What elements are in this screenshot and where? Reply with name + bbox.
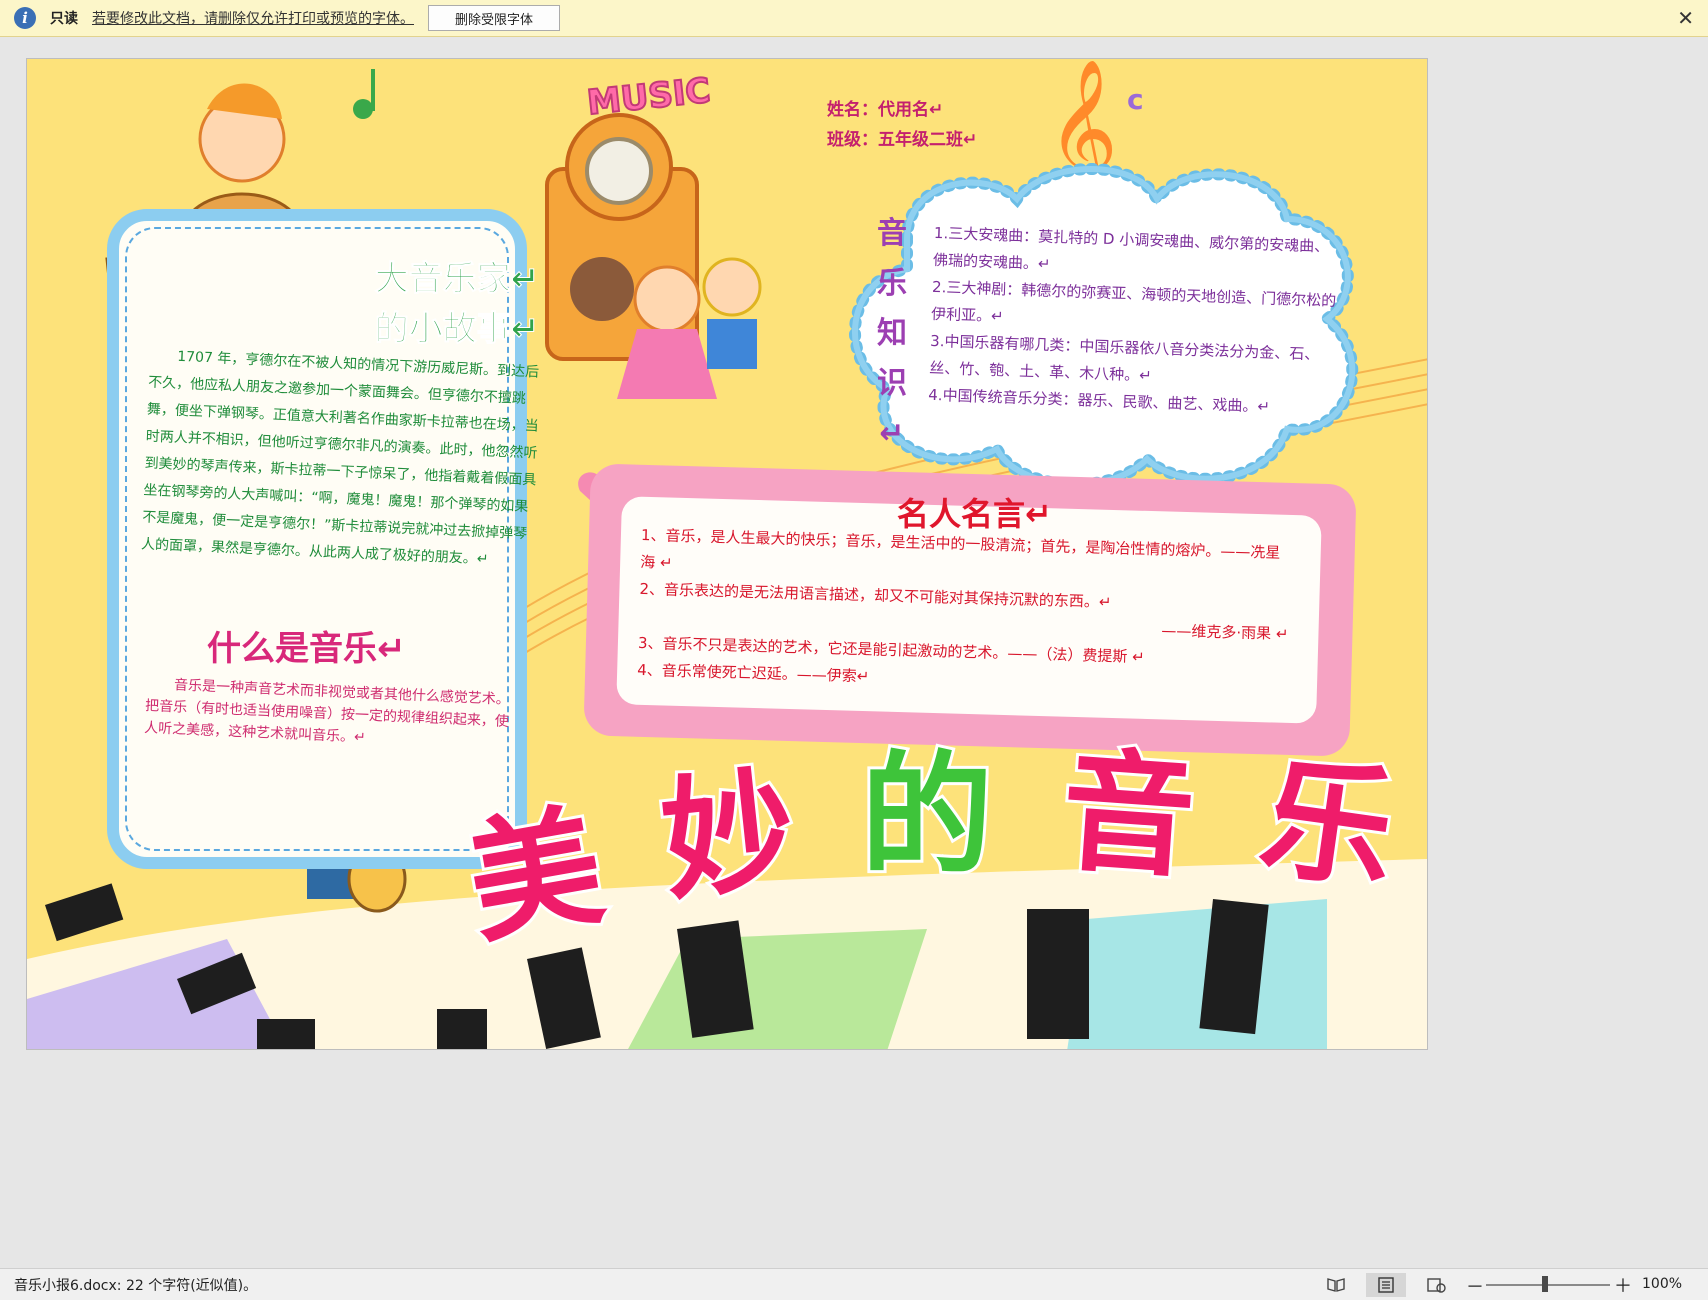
headline-title: 美 妙 的 音 乐: [454, 709, 1419, 966]
readonly-label: 只读: [50, 11, 78, 27]
zoom-level[interactable]: 100%: [1642, 1276, 1682, 1292]
headline-char: 音: [1054, 731, 1214, 901]
student-class[interactable]: 班级：五年级二班↵: [827, 125, 977, 155]
print-layout-icon[interactable]: [1366, 1273, 1406, 1297]
close-icon[interactable]: ✕: [1677, 6, 1694, 30]
story-paragraph[interactable]: 1707 年，亨德尔在不被人知的情况下游历威尼斯。到达后不久，他应私人朋友之邀参…: [140, 343, 541, 576]
read-mode-icon[interactable]: [1316, 1273, 1356, 1297]
zoom-slider[interactable]: [1486, 1284, 1610, 1286]
quotes-title: 名人名言↵: [897, 495, 1052, 533]
headline-char: 妙: [652, 749, 817, 923]
readonly-infobar: i 只读 若要修改此文档，请删除仅允许打印或预览的字体。 删除受限字体 ✕: [0, 0, 1708, 37]
info-icon: i: [14, 7, 36, 29]
knowledge-title: 音 乐 知 识↵: [877, 216, 907, 451]
document-page[interactable]: 𝄞 c MUSIC 大音乐家↵ 的小故事↵ 1707 年，亨德尔在不被人知的情况…: [26, 58, 1428, 1050]
quotes-list[interactable]: 1、音乐，是人生最大的快乐；音乐，是生活中的一股清流；首先，是陶冶性情的熔炉。—…: [637, 522, 1291, 702]
what-is-music-title: 什么是音乐↵: [207, 629, 406, 669]
story-title: 大音乐家↵ 的小故事↵: [374, 259, 540, 350]
svg-text:c: c: [1127, 83, 1144, 116]
status-text: 音乐小报6.docx: 22 个字符(近似值)。: [14, 1277, 258, 1294]
status-bar: 音乐小报6.docx: 22 个字符(近似值)。 － ＋ 100%: [0, 1268, 1708, 1300]
readonly-message-link[interactable]: 若要修改此文档，请删除仅允许打印或预览的字体。: [92, 8, 414, 28]
student-name[interactable]: 姓名：代用名↵: [827, 95, 977, 125]
knowledge-list[interactable]: 1.三大安魂曲：莫扎特的 D 小调安魂曲、威尔第的安魂曲、佛瑞的安魂曲。↵ 2.…: [928, 220, 1344, 423]
student-info: 姓名：代用名↵ 班级：五年级二班↵: [827, 95, 977, 155]
headline-char: 乐: [1249, 737, 1419, 916]
zoom-slider-thumb[interactable]: [1542, 1276, 1548, 1292]
zoom-out-button[interactable]: －: [1466, 1273, 1484, 1299]
headline-char: 的: [858, 736, 1005, 896]
remove-restricted-fonts-button[interactable]: 删除受限字体: [428, 5, 560, 31]
zoom-in-button[interactable]: ＋: [1614, 1272, 1632, 1298]
web-layout-icon[interactable]: [1416, 1273, 1456, 1297]
